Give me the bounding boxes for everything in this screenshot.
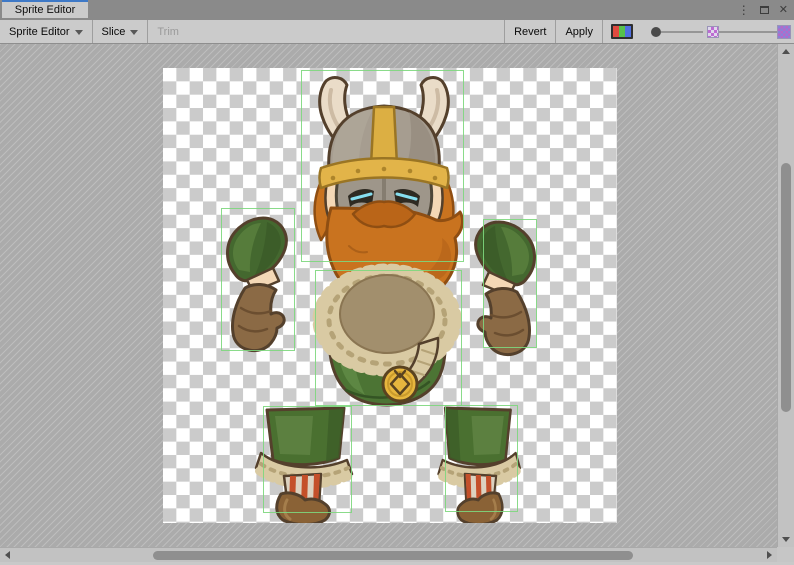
scroll-up-icon[interactable] bbox=[782, 49, 790, 54]
slice-rect-leg-left[interactable] bbox=[263, 406, 352, 513]
slice-rect-head[interactable] bbox=[301, 70, 464, 262]
maximize-icon[interactable] bbox=[760, 6, 769, 14]
kebab-menu-icon[interactable]: ⋮ bbox=[738, 4, 750, 16]
slice-rect-leg-right[interactable] bbox=[445, 405, 518, 512]
sprite-editor-dropdown-label: Sprite Editor bbox=[9, 26, 70, 38]
zoom-slider-handle[interactable] bbox=[651, 27, 661, 37]
scroll-right-icon[interactable] bbox=[767, 551, 772, 559]
v-scrollbar-thumb[interactable] bbox=[781, 163, 791, 412]
scroll-left-icon[interactable] bbox=[5, 551, 10, 559]
window-controls: ⋮ ✕ bbox=[738, 0, 788, 20]
h-scrollbar-thumb[interactable] bbox=[153, 551, 633, 560]
tab-title: Sprite Editor bbox=[15, 4, 76, 16]
sprite-editor-dropdown[interactable]: Sprite Editor bbox=[0, 20, 92, 43]
revert-button-label: Revert bbox=[514, 26, 546, 38]
apply-button[interactable]: Apply bbox=[556, 20, 602, 43]
slice-rect-torso[interactable] bbox=[315, 270, 462, 406]
mip-slider[interactable] bbox=[707, 20, 791, 43]
trim-button-label: Trim bbox=[157, 26, 179, 38]
slice-rect-arm-right[interactable] bbox=[483, 219, 537, 348]
vertical-scrollbar[interactable] bbox=[777, 44, 794, 547]
zoom-slider[interactable] bbox=[651, 20, 703, 43]
texture-canvas[interactable] bbox=[163, 68, 617, 523]
slice-dropdown[interactable]: Slice bbox=[93, 20, 148, 43]
slice-dropdown-label: Slice bbox=[102, 26, 126, 38]
scrollbar-corner bbox=[777, 547, 794, 562]
sprite-editor-canvas[interactable] bbox=[0, 44, 777, 547]
mip-texture-large-icon bbox=[777, 25, 791, 39]
rgb-channels-icon bbox=[611, 24, 633, 39]
chevron-down-icon bbox=[75, 30, 83, 35]
rgb-alpha-toggle-button[interactable] bbox=[603, 20, 641, 43]
mip-texture-small-icon[interactable] bbox=[707, 26, 719, 38]
toolbar: Sprite Editor Slice Trim Revert Apply bbox=[0, 20, 794, 44]
chevron-down-icon bbox=[130, 30, 138, 35]
scroll-down-icon[interactable] bbox=[782, 537, 790, 542]
close-icon[interactable]: ✕ bbox=[779, 5, 788, 16]
toolbar-spacer bbox=[188, 20, 504, 43]
slice-rect-arm-left[interactable] bbox=[221, 208, 295, 351]
zoom-slider-track[interactable] bbox=[661, 31, 703, 33]
horizontal-scrollbar[interactable] bbox=[0, 547, 777, 562]
tab-sprite-editor[interactable]: Sprite Editor bbox=[2, 0, 88, 18]
mip-slider-track[interactable] bbox=[719, 31, 777, 33]
revert-button[interactable]: Revert bbox=[505, 20, 555, 43]
apply-button-label: Apply bbox=[565, 26, 593, 38]
trim-button: Trim bbox=[148, 20, 188, 43]
tab-strip: Sprite Editor ⋮ ✕ bbox=[0, 0, 794, 20]
